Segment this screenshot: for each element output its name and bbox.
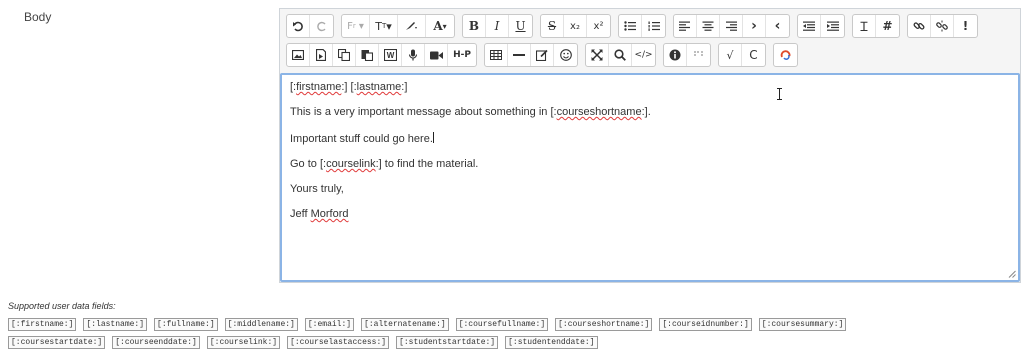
supported-fields-list: [:firstname:] [:lastname:] [:fullname:] … (8, 318, 1008, 354)
table-icon[interactable] (485, 44, 508, 66)
fullscreen-icon[interactable] (586, 44, 609, 66)
history-group (286, 14, 334, 38)
spell-group (773, 43, 798, 67)
italic-icon[interactable]: I (486, 15, 509, 37)
important-icon[interactable]: ! (954, 15, 977, 37)
editor-toolbar: Fr ▾ T T ▾ A ▾ B I U S x₂ x² › ‹ Ɪ # ! W… (280, 9, 1020, 75)
a11y-group (663, 43, 711, 67)
paste-icon[interactable] (356, 44, 379, 66)
svg-text:W: W (386, 51, 394, 60)
misc-group: Ɪ # (852, 14, 900, 38)
field-tag[interactable]: [:courseshortname:] (555, 318, 653, 331)
field-tag[interactable]: [:courselink:] (206, 336, 281, 349)
outdent-icon[interactable] (798, 15, 821, 37)
screenreader-icon[interactable] (687, 44, 710, 66)
toolbar-row-1: Fr ▾ T T ▾ A ▾ B I U S x₂ x² › ‹ Ɪ # ! (286, 13, 1014, 39)
rich-text-editor: Fr ▾ T T ▾ A ▾ B I U S x₂ x² › ‹ Ɪ # ! W… (279, 8, 1021, 283)
paste-word-icon[interactable]: W (379, 44, 402, 66)
rtl-icon[interactable]: ‹ (766, 15, 789, 37)
undo-icon[interactable] (287, 15, 310, 37)
link-icon[interactable] (908, 15, 931, 37)
field-tag[interactable]: [:courseidnumber:] (659, 318, 752, 331)
supported-fields-label: Supported user data fields: (8, 301, 116, 311)
image-icon[interactable] (287, 44, 310, 66)
content-line-recipient: [:firstname:] [:lastname:] (290, 81, 408, 93)
accessibility-icon[interactable] (664, 44, 687, 66)
align-left-icon[interactable] (674, 15, 697, 37)
font-size-icon[interactable]: T T ▾ (370, 15, 398, 37)
field-tag[interactable]: [:courseenddate:] (112, 336, 200, 349)
strikethrough-icon[interactable]: S (541, 15, 564, 37)
record-video-icon[interactable] (425, 44, 448, 66)
content-line-link: Go to [:courselink:] to find the materia… (290, 158, 479, 170)
h5p-icon[interactable]: H-P (448, 44, 476, 66)
align-right-icon[interactable] (720, 15, 743, 37)
font-group: Fr ▾ T T ▾ A ▾ (341, 14, 455, 38)
field-tag[interactable]: [:lastname:] (83, 318, 148, 331)
tags-row-1: [:firstname:] [:lastname:] [:fullname:] … (8, 318, 1008, 331)
media-icon[interactable] (310, 44, 333, 66)
insert-group: W H-P (286, 43, 477, 67)
check-group: √ C (718, 43, 766, 67)
paint-brush-icon[interactable] (398, 15, 426, 37)
field-tag[interactable]: [:fullname:] (154, 318, 218, 331)
view-group: </> (585, 43, 656, 67)
indent-icon[interactable] (821, 15, 844, 37)
content-line-signature: Jeff Morford (290, 208, 349, 220)
copy-icon[interactable] (333, 44, 356, 66)
unordered-list-icon[interactable] (619, 15, 642, 37)
editor-content[interactable]: [:firstname:] [:lastname:] This is a ver… (280, 73, 1020, 282)
field-tag[interactable]: [:alternatename:] (361, 318, 449, 331)
html-icon[interactable]: </> (632, 44, 655, 66)
list-group (618, 14, 666, 38)
ordered-list-icon[interactable] (642, 15, 665, 37)
underline-icon[interactable]: U (509, 15, 532, 37)
content-line-closing: Yours truly, (290, 183, 344, 195)
emoji-icon[interactable] (554, 44, 577, 66)
search-replace-icon[interactable] (609, 44, 632, 66)
record-audio-icon[interactable] (402, 44, 425, 66)
script-group: S x₂ x² (540, 14, 611, 38)
toolbar-row-2: W H-P </> √ C (286, 42, 1014, 68)
horizontal-rule-icon[interactable] (508, 44, 531, 66)
body-field-label: Body (24, 10, 52, 24)
superscript-icon[interactable]: x² (587, 15, 610, 37)
font-family-icon[interactable]: Fr ▾ (342, 15, 370, 37)
edit-icon[interactable] (531, 44, 554, 66)
unlink-icon[interactable] (931, 15, 954, 37)
checkmark-icon[interactable]: √ (719, 44, 742, 66)
field-tag[interactable]: [:studentenddate:] (505, 336, 598, 349)
field-tag[interactable]: [:courselastaccess:] (287, 336, 390, 349)
text-caret (432, 132, 434, 143)
link-group: ! (907, 14, 978, 38)
align-center-icon[interactable] (697, 15, 720, 37)
refresh-icon[interactable]: C (742, 44, 765, 66)
bold-icon[interactable]: B (463, 15, 486, 37)
field-tag[interactable]: [:coursefullname:] (455, 318, 549, 331)
style-group: B I U (462, 14, 533, 38)
subscript-icon[interactable]: x₂ (564, 15, 587, 37)
resize-handle-icon[interactable] (1008, 270, 1016, 278)
table-group (484, 43, 578, 67)
field-tag[interactable]: [:email:] (304, 318, 355, 331)
indent-group (797, 14, 845, 38)
text-cursor-icon (777, 88, 782, 100)
field-tag[interactable]: [:firstname:] (8, 318, 77, 331)
field-tag[interactable]: [:studentstartdate:] (396, 336, 499, 349)
content-line-important: Important stuff could go here. (290, 132, 434, 145)
spell-check-icon[interactable] (774, 44, 797, 66)
field-tag[interactable]: [:coursestartdate:] (8, 336, 106, 349)
field-tag[interactable]: [:coursesummary:] (758, 318, 847, 331)
content-line-message: This is a very important message about s… (290, 106, 651, 118)
clear-formatting-icon[interactable]: Ɪ (853, 15, 876, 37)
font-color-icon[interactable]: A ▾ (426, 15, 454, 37)
tags-row-2: [:coursestartdate:] [:courseenddate:] [:… (8, 336, 1008, 349)
align-group: › ‹ (673, 14, 790, 38)
field-tag[interactable]: [:middlename:] (224, 318, 298, 331)
ltr-icon[interactable]: › (743, 15, 766, 37)
equation-icon[interactable]: # (876, 15, 899, 37)
redo-icon[interactable] (310, 15, 333, 37)
